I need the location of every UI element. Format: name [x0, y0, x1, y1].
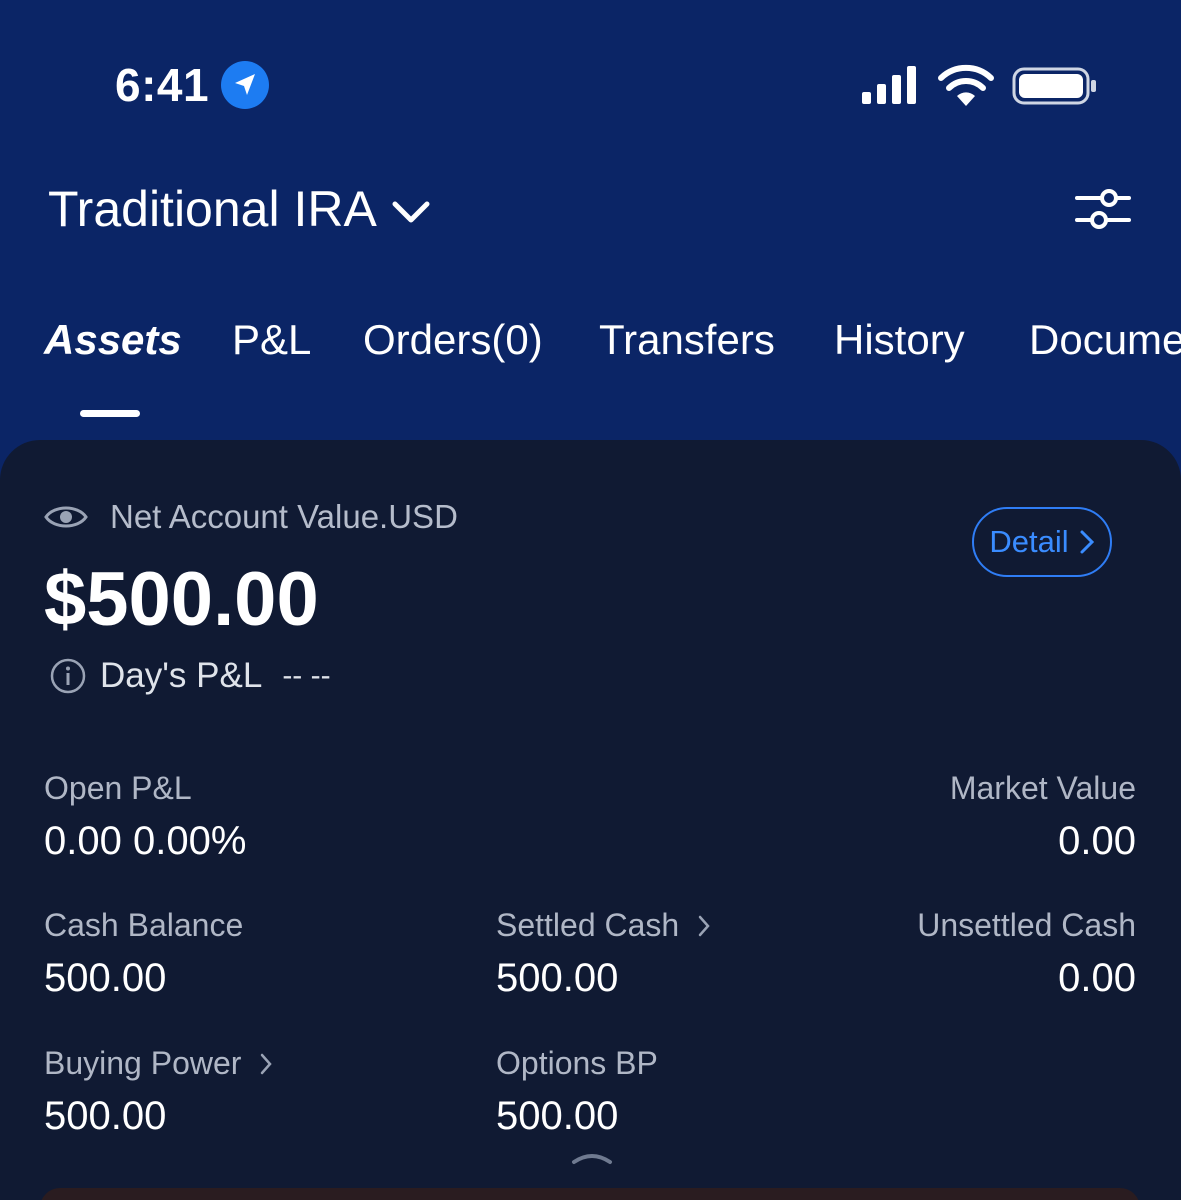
chevron-up-icon[interactable]	[570, 1148, 614, 1166]
next-card-edge	[40, 1188, 1140, 1200]
market-value-metric: Market Value 0.00	[950, 770, 1136, 864]
tab-orders[interactable]: Orders(0)	[363, 316, 543, 364]
detail-button-label: Detail	[989, 524, 1069, 559]
cash-balance-label: Cash Balance	[44, 907, 244, 943]
battery-icon	[1012, 67, 1096, 105]
days-pnl-label: Day's P&L	[100, 656, 263, 695]
unsettled-cash-label: Unsettled Cash	[917, 907, 1136, 943]
buying-power-label: Buying Power	[44, 1045, 242, 1081]
chevron-right-icon	[261, 1053, 273, 1074]
account-title: Traditional IRA	[48, 181, 377, 237]
unsettled-cash-value: 0.00	[1058, 956, 1136, 1000]
settled-cash-label-row: Settled Cash	[496, 907, 711, 944]
options-bp-metric: Options BP 500.00	[496, 1045, 658, 1139]
tab-documents[interactable]: Documents	[1029, 316, 1181, 364]
cash-balance-value: 500.00	[44, 956, 167, 1000]
buying-power-value: 500.00	[44, 1094, 167, 1138]
tab-transfers[interactable]: Transfers	[599, 316, 775, 364]
market-value-value: 0.00	[1058, 819, 1136, 863]
active-tab-indicator	[80, 410, 140, 417]
status-time: 6:41	[115, 59, 210, 111]
info-icon[interactable]	[50, 658, 86, 694]
eye-icon[interactable]	[44, 501, 88, 533]
days-pnl-row: Day's P&L -- --	[50, 656, 331, 696]
settled-cash-value: 500.00	[496, 956, 619, 1000]
wifi-icon	[938, 64, 994, 106]
buying-power-metric[interactable]: Buying Power 500.00	[44, 1045, 273, 1139]
cellular-signal-icon	[862, 66, 916, 104]
market-value-label: Market Value	[949, 770, 1136, 806]
chevron-right-icon	[1080, 530, 1094, 554]
tab-history[interactable]: History	[834, 316, 965, 364]
days-pnl-value: -- --	[282, 659, 331, 692]
net-account-value-label: Net Account Value.USD	[110, 498, 458, 535]
settled-cash-label: Settled Cash	[496, 907, 680, 943]
open-pnl-value: 0.00 0.00%	[44, 819, 247, 863]
account-tabs: Assets P&L Orders(0) Transfers History D…	[0, 316, 1181, 426]
open-pnl-metric: Open P&L 0.00 0.00%	[44, 770, 246, 864]
detail-button[interactable]: Detail	[972, 507, 1112, 577]
settings-sliders-icon[interactable]	[1074, 184, 1132, 234]
cash-balance-metric: Cash Balance 500.00	[44, 907, 243, 1001]
options-bp-value: 500.00	[496, 1094, 619, 1138]
tab-pnl[interactable]: P&L	[232, 316, 311, 364]
open-pnl-label: Open P&L	[44, 770, 192, 806]
options-bp-label: Options BP	[496, 1045, 658, 1081]
unsettled-cash-metric: Unsettled Cash 0.00	[917, 907, 1136, 1001]
chevron-down-icon	[392, 201, 430, 223]
settled-cash-metric[interactable]: Settled Cash 500.00	[496, 907, 711, 1001]
location-arrow-icon	[221, 61, 269, 109]
account-screen: 6:41 Traditional IRA Assets P&L Orders(0	[0, 0, 1181, 1200]
net-account-value-header: Net Account Value.USD	[44, 498, 458, 536]
net-account-value: $500.00	[44, 557, 319, 642]
account-selector[interactable]: Traditional IRA	[48, 180, 431, 238]
buying-power-label-row: Buying Power	[44, 1045, 273, 1082]
tab-assets[interactable]: Assets	[44, 316, 182, 364]
chevron-right-icon	[698, 915, 710, 936]
